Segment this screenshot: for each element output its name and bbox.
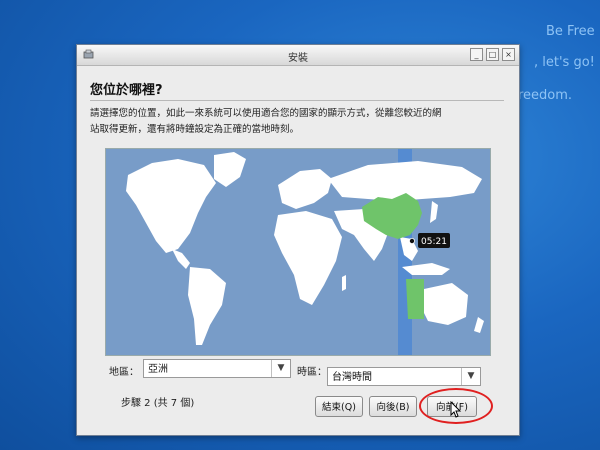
quit-button[interactable]: 結束(Q) xyxy=(315,396,363,417)
divider xyxy=(90,100,504,101)
time-label: 05:21 xyxy=(421,237,447,247)
timezone-value: 台灣時間 xyxy=(332,372,372,383)
timezone-label: 時區： xyxy=(297,367,327,378)
close-icon[interactable]: × xyxy=(502,48,515,61)
desktop-text-be-free: Be Free xyxy=(546,24,595,39)
chevron-down-icon[interactable]: ▼ xyxy=(461,368,480,385)
region-label: 地區： xyxy=(109,367,139,378)
desktop-text-freedom: reedom. xyxy=(518,88,573,103)
maximize-icon[interactable]: □ xyxy=(486,48,499,61)
description-text: 請選擇您的位置，如此一來系統可以使用適合您的國家的顯示方式，從離您較近的網 站取… xyxy=(90,108,442,135)
timezone-select[interactable]: 台灣時間 ▼ xyxy=(327,367,481,386)
window-title: 安裝 xyxy=(288,53,308,64)
step-indicator: 步驟 2 (共 7 個) xyxy=(121,398,195,409)
title-bar[interactable]: 安裝 _ □ × xyxy=(77,45,519,66)
installer-window: 安裝 _ □ × 您位於哪裡? 請選擇您的位置，如此一來系統可以使用適合您的國家… xyxy=(76,44,520,436)
desktop-text-lets-go: , let's go! xyxy=(534,55,595,70)
page-title: 您位於哪裡? xyxy=(90,83,163,98)
land-madagascar xyxy=(342,275,346,291)
land-australia-highlight xyxy=(406,279,424,319)
chevron-down-icon[interactable]: ▼ xyxy=(271,360,290,377)
back-button[interactable]: 向後(B) xyxy=(369,396,417,417)
region-select[interactable]: 亞洲 ▼ xyxy=(143,359,291,378)
world-map[interactable]: 05:21 xyxy=(105,148,491,356)
location-marker xyxy=(408,238,415,245)
region-value: 亞洲 xyxy=(148,364,168,375)
minimize-icon[interactable]: _ xyxy=(470,48,483,61)
mouse-cursor-icon xyxy=(450,401,462,418)
